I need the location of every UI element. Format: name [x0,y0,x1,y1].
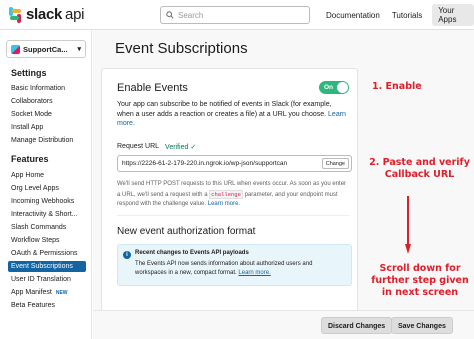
sidebar-item-app-manifest-label: App Manifest [11,289,52,296]
info-callout: i Recent changes to Events API payloads … [117,244,352,286]
search-placeholder: Search [178,10,204,20]
features-heading: Features [11,154,49,164]
change-url-button[interactable]: Change [321,158,349,169]
save-changes-button[interactable]: Save Changes [391,317,453,334]
annotation-scroll: Scroll down for further step given in ne… [366,263,474,299]
slack-logo-icon [7,6,23,23]
sidebar: SupportCa... ▾ Settings Basic Informatio… [0,30,92,339]
annotation-scroll-line2: further step given [371,275,469,286]
enable-events-toggle[interactable]: On [319,81,349,94]
app-name: SupportCa... [23,44,68,54]
sidebar-item-slash-commands[interactable]: Slash Commands [11,224,66,231]
divider [117,215,349,216]
search-input[interactable]: Search [160,6,310,24]
sidebar-item-socket-mode[interactable]: Socket Mode [11,111,52,118]
annotation-step2-line1: 2. Paste and verify [369,157,470,168]
verified-status: Verified ✓ [165,143,196,151]
sidebar-item-basic-information[interactable]: Basic Information [11,85,65,92]
app-selector[interactable]: SupportCa... ▾ [6,40,86,58]
top-bar: slack api Search Documentation Tutorials … [0,0,474,30]
info-title: Recent changes to Events API payloads [135,250,249,256]
slack-api-logo[interactable]: slack api [7,6,84,23]
nav-tutorials[interactable]: Tutorials [386,11,428,20]
sidebar-item-oauth-permissions[interactable]: OAuth & Permissions [11,250,78,257]
sidebar-item-event-subscriptions[interactable]: Event Subscriptions [8,261,86,272]
info-learn-more-link[interactable]: Learn more. [238,270,270,276]
settings-heading: Settings [11,68,47,78]
request-url-input[interactable]: https://2226-61-2-179-220.in.ngrok.io/wp… [117,155,352,172]
annotation-scroll-line3: in next screen [381,287,459,298]
sidebar-item-collaborators[interactable]: Collaborators [11,98,53,105]
sidebar-item-manage-distribution[interactable]: Manage Distribution [11,137,73,144]
info-body-text: The Events API now sends information abo… [135,261,313,276]
annotation-step1: 1. Enable [372,81,422,92]
nav-your-apps[interactable]: Your Apps [432,4,474,26]
sidebar-item-app-home[interactable]: App Home [11,172,44,179]
request-url-help: We'll send HTTP POST requests to this UR… [117,180,349,210]
enable-events-heading: Enable Events [117,82,188,94]
search-icon [166,11,174,19]
challenge-code: challenge [209,189,243,199]
request-url-value: https://2226-61-2-179-220.in.ngrok.io/wp… [122,160,288,167]
new-badge: NEW [55,290,68,296]
annotation-scroll-line1: Scroll down for [379,263,461,274]
logo-text: slack api [26,6,85,23]
description-text: Your app can subscribe to be notified of… [117,101,332,118]
toggle-knob [337,82,348,93]
page-title: Event Subscriptions [115,40,248,57]
annotation-step2: 2. Paste and verify Callback URL [367,157,472,181]
sidebar-item-user-id-translation[interactable]: User ID Translation [11,276,71,283]
info-icon: i [123,251,131,259]
sidebar-item-workflow-steps[interactable]: Workflow Steps [11,237,60,244]
enable-events-description: Your app can subscribe to be notified of… [117,100,347,129]
new-format-heading: New event authorization format [117,226,256,237]
discard-changes-button[interactable]: Discard Changes [321,317,393,334]
sidebar-item-install-app[interactable]: Install App [11,124,43,131]
sidebar-item-org-level-apps[interactable]: Org Level Apps [11,185,59,192]
annotation-step2-line2: Callback URL [384,169,455,180]
sidebar-item-beta-features[interactable]: Beta Features [11,302,55,309]
sidebar-item-interactivity[interactable]: Interactivity & Short... [11,211,78,218]
toggle-label: On [324,84,334,91]
footer-bar: Discard Changes Save Changes [93,310,474,339]
info-body: The Events API now sends information abo… [135,260,345,277]
learn-more-link-2[interactable]: Learn more. [208,201,240,207]
event-settings-card: Enable Events On Your app can subscribe … [101,68,358,339]
nav-documentation[interactable]: Documentation [320,11,386,20]
app-avatar [11,44,20,54]
request-url-label: Request URL [117,143,160,150]
sidebar-item-app-manifest[interactable]: App Manifest NEW [11,289,68,296]
chevron-down-icon: ▾ [77,46,81,53]
arrow-down-icon [405,196,411,254]
sidebar-item-incoming-webhooks[interactable]: Incoming Webhooks [11,198,74,205]
verified-label: Verified [165,144,189,151]
checkmark-icon: ✓ [190,144,197,151]
